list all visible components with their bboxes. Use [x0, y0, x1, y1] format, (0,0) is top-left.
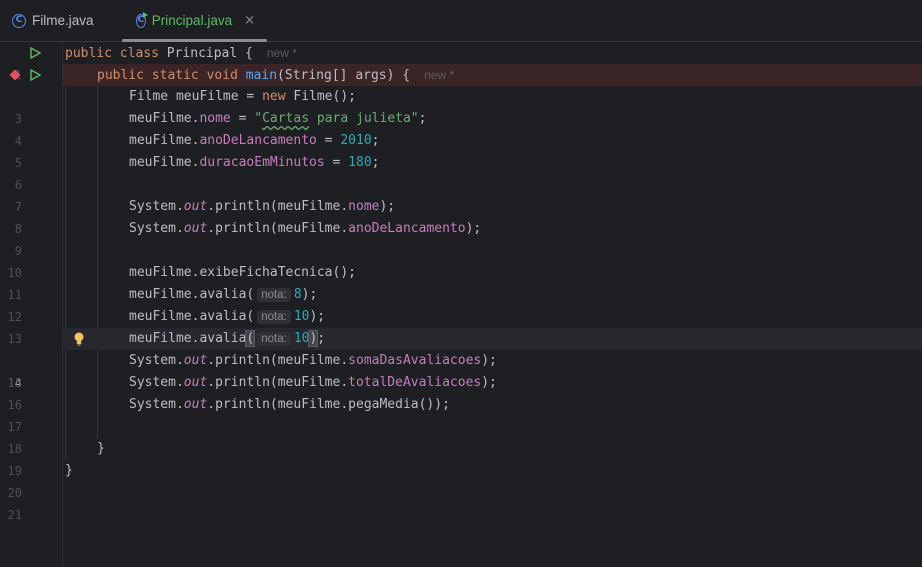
- code-line[interactable]: 10: [0, 240, 922, 280]
- editor-tab-bar: C Filme.java C Principal.java ×: [0, 0, 922, 42]
- code-line-current[interactable]: 14 meuFilme.avalia(nota: 10);: [0, 328, 922, 390]
- code-line[interactable]: 19 }: [0, 438, 922, 478]
- code-line[interactable]: 4 meuFilme.nome = "Cartas para julieta";: [0, 108, 922, 148]
- code-text: }: [97, 441, 105, 456]
- author-hint: new *: [424, 68, 455, 82]
- code-text: meuFilme.avalia(nota: 8);: [129, 287, 318, 302]
- code-line[interactable]: 13 meuFilme.avalia(nota: 10);: [0, 306, 922, 346]
- code-text: System.out.println(meuFilme.totalDeAvali…: [129, 375, 497, 390]
- code-text: }: [65, 463, 73, 478]
- code-line[interactable]: 11 meuFilme.exibeFichaTecnica();: [0, 262, 922, 302]
- code-line[interactable]: 15 System.out.println(meuFilme.somaDasAv…: [0, 350, 922, 390]
- code-text: meuFilme.exibeFichaTecnica();: [129, 265, 356, 280]
- code-line[interactable]: 3 Filme meuFilme = new Filme();: [0, 86, 922, 126]
- tab-label: Principal.java: [151, 13, 233, 28]
- code-line[interactable]: 12 meuFilme.avalia(nota: 8);: [0, 284, 922, 324]
- close-tab-icon[interactable]: ×: [244, 13, 255, 28]
- code-line[interactable]: 2 public static void main(String[] args)…: [0, 64, 922, 86]
- code-text: System.out.println(meuFilme.nome);: [129, 199, 396, 214]
- code-text: meuFilme.anoDeLancamento = 2010;: [129, 133, 380, 148]
- code-line[interactable]: 6 meuFilme.duracaoEmMinutos = 180;: [0, 152, 922, 192]
- code-text: Filme meuFilme = new Filme();: [129, 89, 356, 104]
- code-line[interactable]: 17 System.out.println(meuFilme.pegaMedia…: [0, 394, 922, 434]
- code-text: public static void main(String[] args) {…: [97, 68, 455, 83]
- author-hint: new *: [266, 46, 297, 60]
- code-line[interactable]: 16 System.out.println(meuFilme.totalDeAv…: [0, 372, 922, 412]
- breakpoint-icon[interactable]: [9, 64, 21, 86]
- class-icon: C: [12, 13, 26, 28]
- code-line[interactable]: 18: [0, 416, 922, 456]
- run-icon[interactable]: [29, 64, 41, 86]
- tab-label: Filme.java: [32, 13, 94, 28]
- code-text: meuFilme.avalia(nota: 10);: [129, 309, 326, 324]
- code-line[interactable]: 5 meuFilme.anoDeLancamento = 2010;: [0, 130, 922, 170]
- code-text: System.out.println(meuFilme.pegaMedia())…: [129, 397, 450, 412]
- matched-bracket: (: [245, 330, 256, 347]
- code-line[interactable]: 8 System.out.println(meuFilme.nome);: [0, 196, 922, 236]
- code-text: meuFilme.duracaoEmMinutos = 180;: [129, 155, 380, 170]
- parameter-hint: nota:: [257, 332, 291, 346]
- runnable-class-icon: C: [136, 11, 148, 28]
- code-line[interactable]: 21: [0, 482, 922, 522]
- parameter-hint: nota:: [257, 288, 291, 302]
- run-icon[interactable]: [29, 42, 41, 64]
- tab-principal-java[interactable]: C Principal.java ×: [122, 0, 267, 42]
- code-text: meuFilme.nome = "Cartas para julieta";: [129, 111, 427, 126]
- code-text: meuFilme.avalia(nota: 10);: [129, 330, 326, 347]
- code-line[interactable]: 1 public class Principal {new *: [0, 42, 922, 82]
- line-number: 21: [7, 508, 22, 522]
- code-text: System.out.println(meuFilme.anoDeLancame…: [129, 221, 482, 236]
- code-editor[interactable]: 1 public class Principal {new * 2 public…: [0, 42, 922, 567]
- spelling-warning: Cartas: [262, 111, 310, 126]
- code-text: System.out.println(meuFilme.somaDasAvali…: [129, 353, 497, 368]
- code-line[interactable]: 7: [0, 174, 922, 214]
- code-line[interactable]: 9 System.out.println(meuFilme.anoDeLanca…: [0, 218, 922, 258]
- code-line[interactable]: 20 }: [0, 460, 922, 500]
- lightbulb-icon[interactable]: [73, 328, 85, 350]
- parameter-hint: nota:: [257, 310, 291, 324]
- tab-filme-java[interactable]: C Filme.java: [0, 0, 122, 41]
- code-text: public class Principal {new *: [65, 46, 297, 61]
